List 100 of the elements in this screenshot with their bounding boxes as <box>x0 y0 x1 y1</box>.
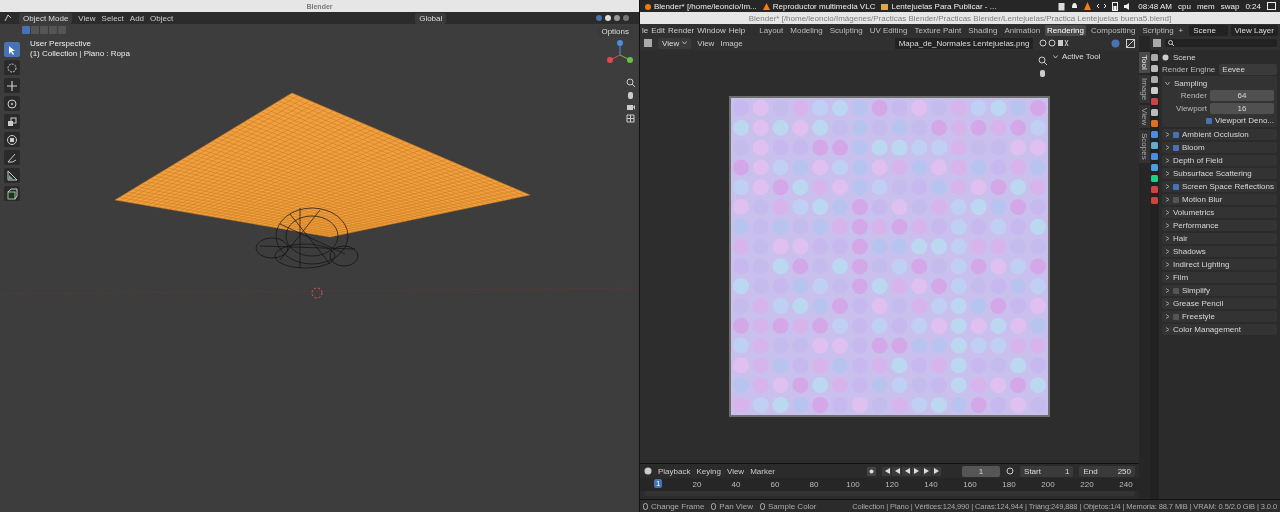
panel-header[interactable]: Shadows <box>1161 246 1277 257</box>
checkbox[interactable] <box>1172 144 1179 151</box>
workspace-tab[interactable]: UV Editing <box>867 24 910 36</box>
hand-icon[interactable] <box>626 90 635 99</box>
checkbox[interactable] <box>1172 196 1179 203</box>
menu-item[interactable]: Marker <box>750 466 776 476</box>
chevron-icon[interactable] <box>1164 197 1170 202</box>
panel-header[interactable]: Performance <box>1161 220 1277 231</box>
tool-button[interactable] <box>4 132 20 147</box>
end-frame-field[interactable]: End 250 <box>1079 465 1135 477</box>
record-icon[interactable] <box>867 466 877 476</box>
zoom-icon[interactable] <box>1038 56 1047 65</box>
checkbox[interactable] <box>1172 131 1179 138</box>
chevron-icon[interactable] <box>1164 314 1170 319</box>
menu-item[interactable]: View <box>697 38 715 48</box>
panel-header[interactable]: Bloom <box>1161 142 1277 153</box>
window-icon[interactable] <box>1267 2 1276 10</box>
tool-button[interactable] <box>4 42 20 57</box>
tool-button[interactable] <box>4 78 20 93</box>
menu-item[interactable]: Help <box>728 25 746 35</box>
sidebar-tab[interactable]: Scopes <box>1139 130 1150 163</box>
menu-item[interactable]: Select <box>101 13 124 23</box>
panel-header[interactable]: Volumetrics <box>1161 207 1277 218</box>
chevron-icon[interactable] <box>1164 158 1170 163</box>
menu-item[interactable]: Render <box>668 25 695 35</box>
sidebar-tab[interactable]: View <box>1139 104 1150 129</box>
playback-button[interactable] <box>882 466 892 476</box>
playback-button[interactable] <box>892 466 902 476</box>
checkbox[interactable] <box>1172 313 1179 320</box>
workspace-tab[interactable]: Animation <box>1002 24 1043 36</box>
tool-button[interactable] <box>4 96 20 111</box>
panel-header[interactable]: Screen Space Reflections <box>1161 181 1277 192</box>
panel-header[interactable]: Grease Pencil <box>1161 298 1277 309</box>
tool-button[interactable] <box>4 186 20 201</box>
mode-dropdown[interactable]: View <box>658 37 692 49</box>
panel-header[interactable]: Ambient Occlusion <box>1161 129 1277 140</box>
display-channels-icon[interactable] <box>1126 38 1135 48</box>
tool-button[interactable] <box>4 114 20 129</box>
zoom-icon[interactable] <box>626 78 635 87</box>
checkbox[interactable] <box>1206 117 1212 124</box>
panel-header[interactable]: Subsurface Scattering <box>1161 168 1277 179</box>
number-field[interactable]: 16 <box>1209 103 1274 114</box>
menu-item[interactable]: Playback <box>658 466 691 476</box>
taskbar-item[interactable]: Blender* [/home/leoncio/Im... <box>644 1 757 11</box>
active-tool-panel[interactable]: Active Tool <box>1053 52 1135 61</box>
sidebar-tab[interactable]: Tool <box>1139 52 1150 73</box>
cone-icon[interactable] <box>1084 2 1092 10</box>
mode-dropdown[interactable]: Object Mode <box>19 12 73 24</box>
workspace-tab[interactable]: Compositing <box>1089 24 1138 36</box>
panel-header[interactable]: Simplify <box>1161 285 1277 296</box>
orientation-dropdown[interactable]: Global <box>415 12 447 24</box>
chevron-icon[interactable] <box>1164 249 1170 254</box>
workspace-tab[interactable]: Shading <box>966 24 1000 36</box>
workspace-tab[interactable]: Modeling <box>788 24 825 36</box>
tool-button[interactable] <box>4 168 20 183</box>
taskbar-item[interactable]: Lentejuelas Para Publicar - ... <box>881 1 997 11</box>
tool-button[interactable] <box>4 150 20 165</box>
battery-icon[interactable] <box>1112 1 1119 11</box>
clipboard-icon[interactable] <box>1058 1 1066 11</box>
menu-item[interactable]: View <box>78 13 96 23</box>
menu-item[interactable]: View <box>726 466 745 476</box>
chevron-icon[interactable] <box>1164 210 1170 215</box>
menu-item[interactable]: Object <box>150 13 174 23</box>
hand-icon[interactable] <box>1038 68 1047 77</box>
sidebar-tab[interactable]: Image <box>1139 74 1150 103</box>
chevron-icon[interactable] <box>1164 223 1170 228</box>
chevron-icon[interactable] <box>1164 275 1170 280</box>
chevron-icon[interactable] <box>1164 184 1170 189</box>
menu-item[interactable]: Add <box>129 13 145 23</box>
menu-item[interactable]: Image <box>720 38 743 48</box>
workspace-tab[interactable]: Rendering <box>1045 24 1086 36</box>
menu-item[interactable]: Edit <box>651 25 666 35</box>
panel-header[interactable]: Indirect Lighting <box>1161 259 1277 270</box>
checkbox[interactable] <box>1172 183 1179 190</box>
camera-icon[interactable] <box>626 102 635 111</box>
playhead[interactable]: 1 <box>654 479 663 488</box>
search-field[interactable] <box>1165 39 1277 47</box>
taskbar-item[interactable]: Reproductor multimedia VLC <box>762 1 876 11</box>
grid-icon[interactable] <box>626 114 635 123</box>
current-frame-field[interactable]: 1 <box>962 465 1001 477</box>
panel-header[interactable]: Depth of Field <box>1161 155 1277 166</box>
workspace-tab[interactable]: Texture Paint <box>912 24 964 36</box>
menu-item[interactable]: Window <box>697 25 726 35</box>
add-workspace-button[interactable]: + <box>1178 25 1184 35</box>
image-actions-icon[interactable] <box>1039 39 1070 47</box>
panel-header[interactable]: Color Management <box>1161 324 1277 335</box>
stopwatch-icon[interactable] <box>1006 467 1015 475</box>
chevron-icon[interactable] <box>1164 301 1170 306</box>
workspace-tab[interactable]: Layout <box>757 24 786 36</box>
playback-button[interactable] <box>932 466 942 476</box>
number-field[interactable]: 64 <box>1209 90 1274 101</box>
chevron-icon[interactable] <box>1164 262 1170 267</box>
start-frame-field[interactable]: Start 1 <box>1020 465 1074 477</box>
overlay-icon[interactable] <box>1111 38 1120 48</box>
chevron-icon[interactable] <box>1164 132 1170 137</box>
render-engine-dropdown[interactable]: Eevee <box>1219 63 1277 75</box>
panel-header[interactable]: Motion Blur <box>1161 194 1277 205</box>
chevron-icon[interactable] <box>1164 327 1170 332</box>
menu-item[interactable]: Keying <box>696 466 721 476</box>
workspace-tab[interactable]: Scripting <box>1140 24 1176 36</box>
